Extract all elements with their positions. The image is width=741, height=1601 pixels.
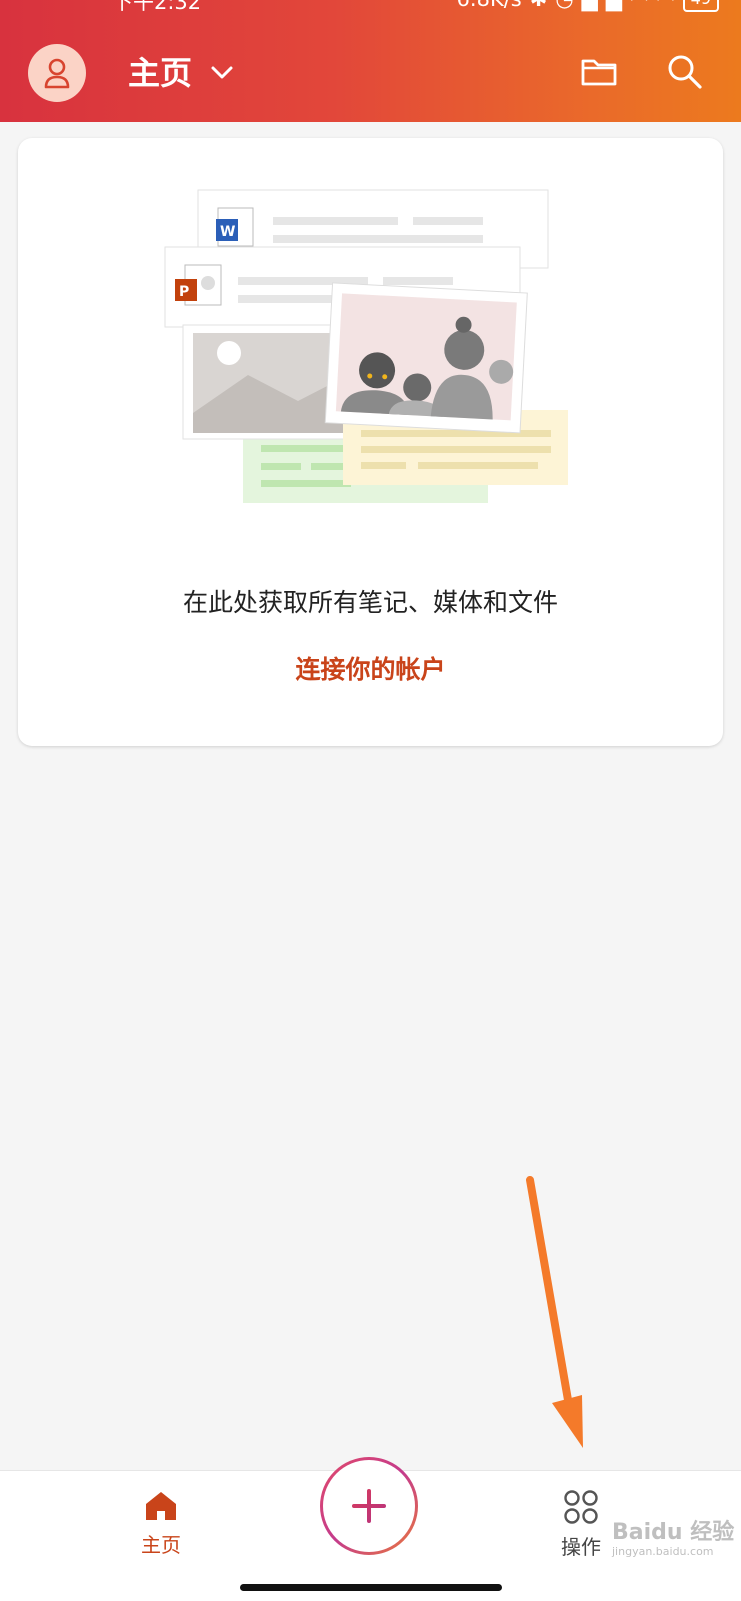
- grid-icon: [564, 1490, 598, 1524]
- connect-account-card: W P 在此处获取所有笔记、媒体和文件 连接你的帐户: [18, 138, 723, 746]
- nav-home[interactable]: 主页: [130, 1489, 192, 1563]
- nav-actions-label: 操作: [561, 1535, 601, 1559]
- avatar[interactable]: [28, 44, 86, 102]
- files-illustration: W P: [164, 189, 568, 503]
- page-title[interactable]: 主页: [128, 48, 192, 98]
- signal-icon-2: ▟: [606, 0, 622, 11]
- person-icon: [44, 58, 70, 89]
- svg-text:P: P: [179, 284, 189, 300]
- signal-icon: ▟: [582, 0, 598, 11]
- watermark: Baidu 经验: [612, 1520, 735, 1545]
- wifi-icon-2: ◠: [656, 0, 674, 11]
- home-icon: [146, 1492, 176, 1520]
- bluetooth-icon: ✱: [530, 0, 548, 11]
- search-icon[interactable]: [665, 52, 703, 90]
- nav-actions[interactable]: 操作: [550, 1489, 612, 1563]
- add-button[interactable]: [320, 1457, 418, 1555]
- status-time: 下午2:32: [112, 0, 202, 14]
- svg-text:W: W: [220, 224, 235, 240]
- folder-icon[interactable]: [580, 52, 618, 90]
- chevron-down-icon[interactable]: [210, 62, 234, 84]
- battery-icon: 49: [682, 0, 719, 12]
- home-indicator: [240, 1584, 502, 1591]
- watermark-url: jingyan.baidu.com: [612, 1545, 714, 1558]
- wifi-icon: ◠: [630, 0, 648, 11]
- alarm-icon: ◷: [555, 0, 573, 11]
- card-message: 在此处获取所有笔记、媒体和文件: [182, 588, 558, 617]
- status-indicators: 6.8K/s ✱ ◷ ▟ ▟ ◠ ◠ 49: [457, 0, 719, 12]
- nav-home-label: 主页: [141, 1533, 181, 1557]
- connect-account-link[interactable]: 连接你的帐户: [18, 650, 723, 686]
- app-header: 下午2:32 6.8K/s ✱ ◷ ▟ ▟ ◠ ◠ 49 主页: [0, 0, 741, 122]
- plus-icon: [352, 1489, 386, 1523]
- network-speed: 6.8K/s: [457, 0, 522, 11]
